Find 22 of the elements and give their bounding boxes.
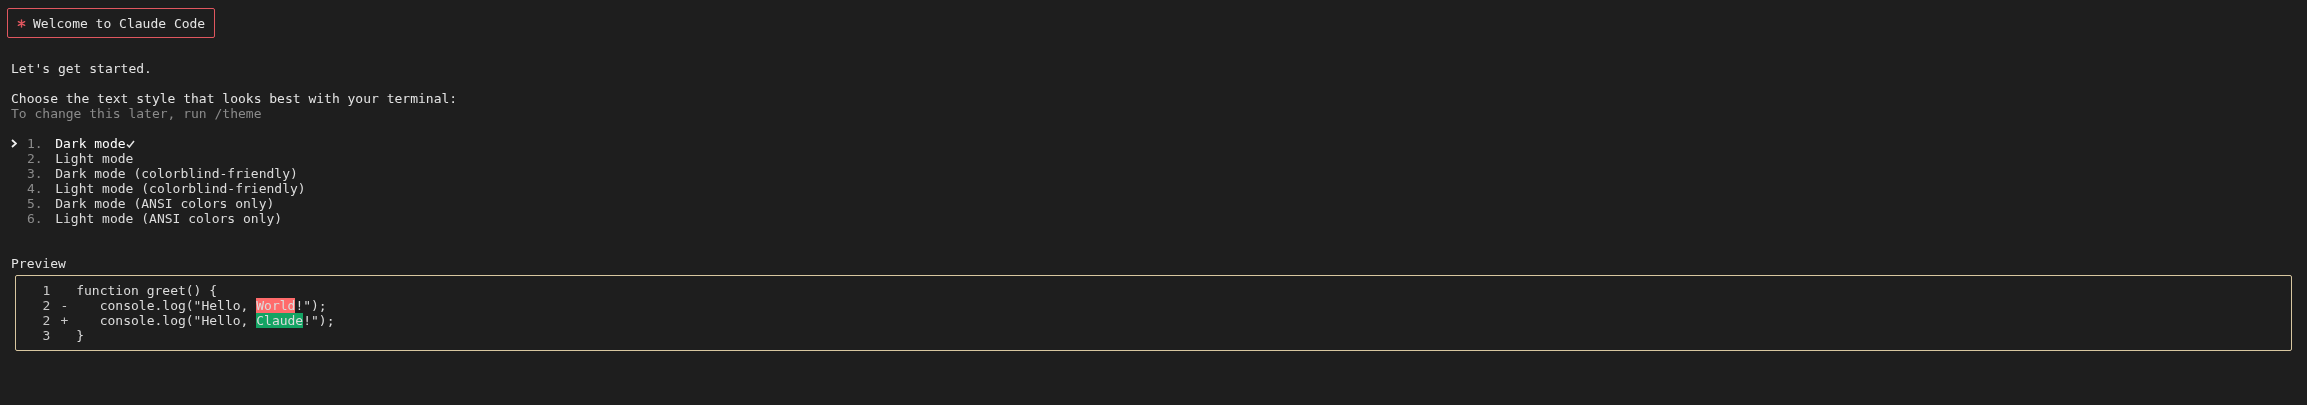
- theme-option[interactable]: 6. Light mode (ANSI colors only): [11, 211, 283, 226]
- asterisk-icon: [17, 18, 26, 28]
- diff-sign: +: [60, 313, 69, 328]
- code-line: function greet() {: [76, 283, 218, 298]
- line-number: 1: [41, 283, 51, 298]
- prompt-text: Choose the text style that looks best with your terminal:: [11, 91, 458, 106]
- theme-option[interactable]: 3. Dark mode (colorblind-friendly): [11, 166, 298, 181]
- hint-text: To change this later, run /theme: [11, 106, 262, 121]
- intro-text: Let's get started.: [11, 61, 152, 76]
- theme-option[interactable]: 1. Dark mode: [11, 136, 135, 151]
- diff-sign: -: [60, 298, 69, 313]
- code-line: }: [76, 328, 85, 343]
- line-number: 3: [41, 328, 51, 343]
- preview-heading: Preview: [11, 256, 66, 271]
- theme-option[interactable]: 5. Dark mode (ANSI colors only): [11, 196, 275, 211]
- theme-option[interactable]: 4. Light mode (colorblind-friendly): [11, 181, 306, 196]
- code-line: console.log("Hello, Claude!");: [98, 313, 335, 328]
- line-number: 2: [41, 313, 51, 328]
- welcome-title: Welcome to Claude Code: [33, 15, 206, 31]
- code-line: console.log("Hello, World!");: [98, 298, 327, 313]
- theme-option[interactable]: 2. Light mode: [11, 151, 134, 166]
- line-number: 2: [41, 298, 51, 313]
